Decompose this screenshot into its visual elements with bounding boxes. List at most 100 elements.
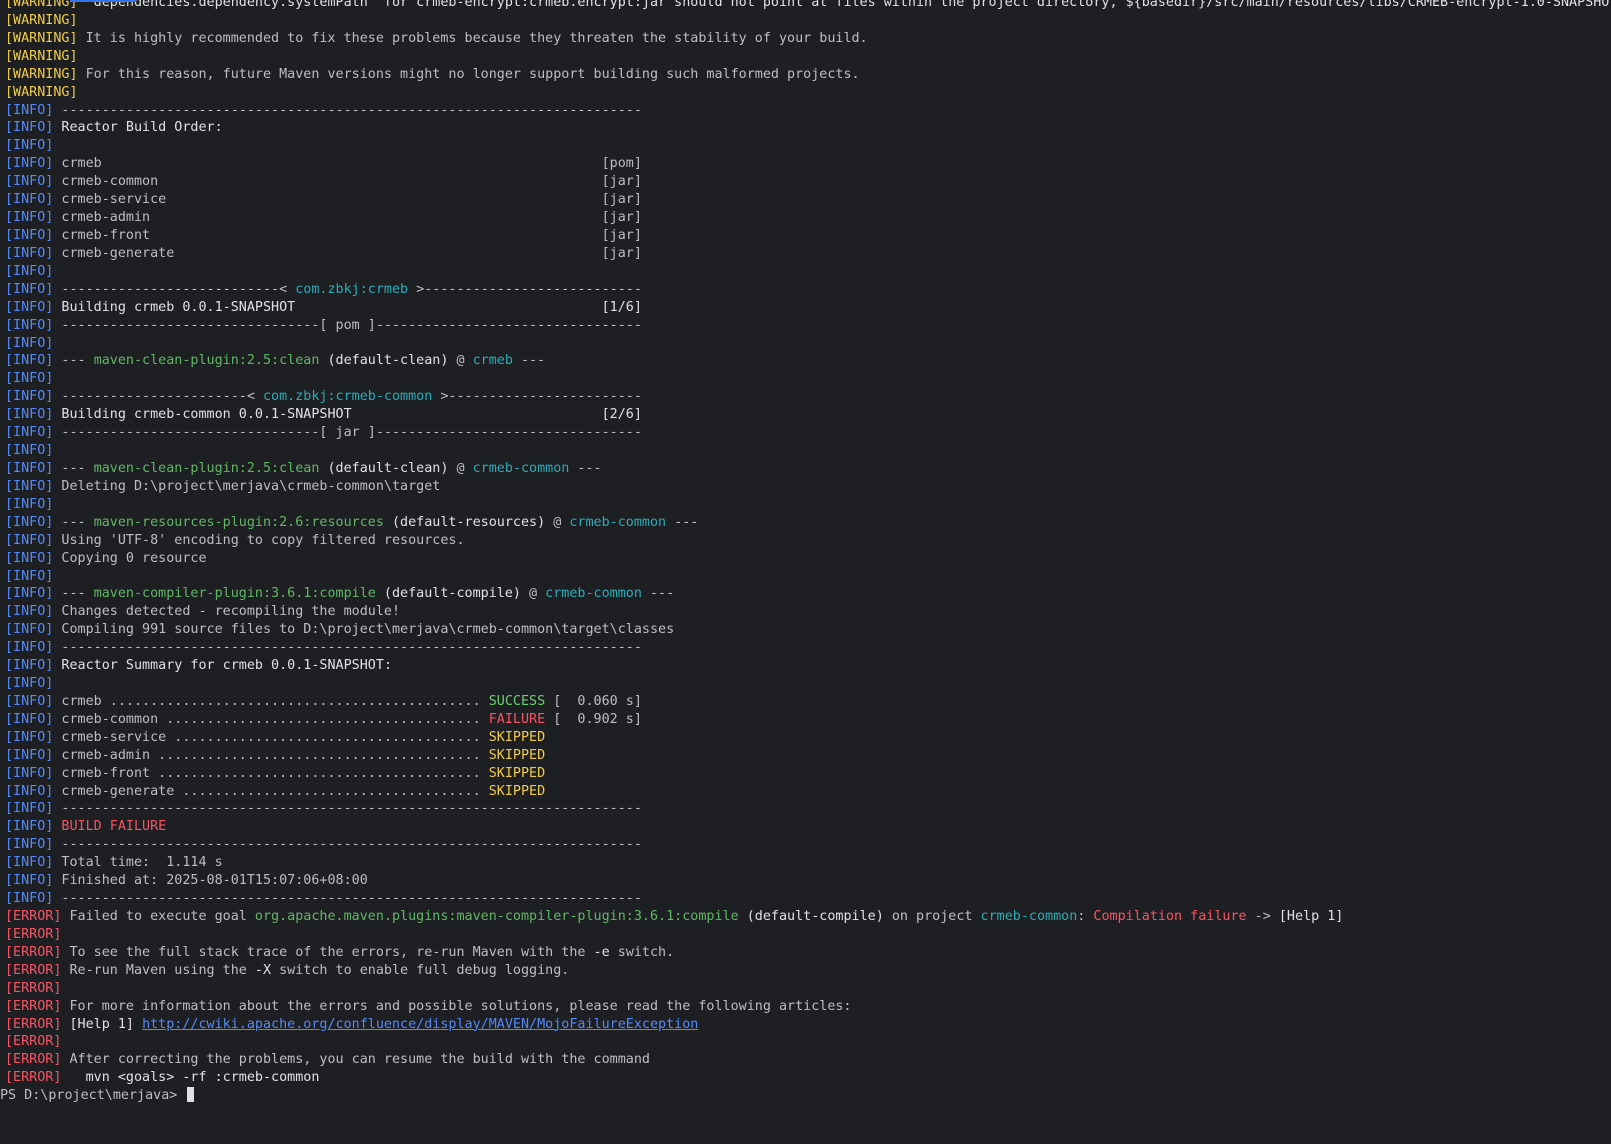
log-level-info-tag: [INFO] — [5, 658, 54, 674]
log-text: on project — [883, 909, 981, 925]
artifact-id: com.zbkj:crmeb — [295, 281, 409, 297]
log-level-info-tag: [INFO] — [5, 281, 54, 297]
log-text: Total time: 1.114 s — [53, 855, 223, 871]
terminal-line: [INFO] ---------------------------------… — [5, 639, 1611, 657]
terminal-line: [INFO] crmeb-service ...................… — [5, 729, 1611, 747]
terminal-line: [ERROR] For more information about the e… — [5, 998, 1611, 1016]
log-text: --- — [53, 353, 94, 369]
help-link[interactable]: http://cwiki.apache.org/confluence/displ… — [142, 1017, 698, 1032]
log-text: switch. — [609, 944, 675, 960]
log-text: SUCCESS — [488, 693, 546, 709]
log-text: -X — [254, 962, 272, 978]
log-level-warning-tag: [WARNING] — [5, 48, 78, 64]
log-text: --- — [53, 586, 94, 602]
log-level-info-tag: [INFO] — [5, 371, 54, 387]
log-text: Building crmeb-common 0.0.1-SNAPSHOT [2/… — [53, 407, 642, 423]
log-text: FAILURE — [488, 711, 546, 727]
log-text: -> — [1246, 909, 1279, 925]
log-level-error-tag: [ERROR] — [5, 909, 62, 925]
log-text: BUILD FAILURE — [53, 819, 167, 835]
log-text: --- — [666, 514, 699, 530]
log-text: --- — [53, 460, 94, 476]
log-text: switch to enable full debug logging. — [271, 962, 570, 978]
log-text: crmeb-front ............................… — [53, 765, 489, 781]
log-text: ----------------------------------------… — [53, 102, 642, 118]
log-text: ----------------------------------------… — [53, 801, 642, 817]
log-level-info-tag: [INFO] — [5, 819, 54, 835]
shell-prompt: PS D:\project\merjava> — [0, 1088, 186, 1104]
log-text: ---------------------------< — [53, 281, 296, 297]
terminal-line: [INFO] — [5, 335, 1611, 353]
terminal-line: [INFO] Total time: 1.114 s — [5, 854, 1611, 872]
log-level-warning-tag: [WARNING] — [5, 12, 78, 28]
log-level-info-tag: [INFO] — [5, 353, 54, 369]
log-level-info-tag: [INFO] — [5, 245, 54, 261]
terminal-line: [INFO] --- maven-resources-plugin:2.6:re… — [5, 514, 1611, 532]
terminal-line: [INFO] --- maven-clean-plugin:2.5:clean … — [5, 352, 1611, 370]
terminal-line: [ERROR] After correcting the problems, y… — [5, 1051, 1611, 1069]
log-text: (default-compile) — [738, 909, 884, 925]
log-level-info-tag: [INFO] — [5, 586, 54, 602]
terminal-line: [INFO] crmeb-front .....................… — [5, 765, 1611, 783]
log-level-info-tag: [INFO] — [5, 102, 54, 118]
log-level-error-tag: [ERROR] — [5, 1052, 62, 1068]
terminal-line: [INFO] ---------------------------------… — [5, 836, 1611, 854]
terminal-line: [INFO] — [5, 370, 1611, 388]
artifact-id: crmeb-common — [569, 514, 667, 530]
log-level-error-tag: [ERROR] — [5, 926, 62, 942]
log-level-info-tag: [INFO] — [5, 891, 54, 907]
log-text: ----------------------------------------… — [53, 640, 642, 656]
log-level-info-tag: [INFO] — [5, 604, 54, 620]
log-level-info-tag: [INFO] — [5, 532, 54, 548]
log-level-info-tag: [INFO] — [5, 765, 54, 781]
log-level-info-tag: [INFO] — [5, 120, 54, 136]
terminal-line: [INFO] crmeb-common ....................… — [5, 711, 1611, 729]
log-text: >--------------------------- — [408, 281, 642, 297]
terminal-line: [INFO] crmeb-service [jar] — [5, 191, 1611, 209]
terminal-line: [INFO] BUILD FAILURE — [5, 818, 1611, 836]
log-level-info-tag: [INFO] — [5, 729, 54, 745]
plugin-goal: maven-clean-plugin:2.5:clean — [93, 353, 320, 369]
log-text: Copying 0 resource — [53, 550, 207, 566]
terminal-window[interactable]: [WARNING] 'dependencies.dependency.syste… — [0, 0, 1611, 1144]
log-text: -e — [593, 944, 610, 960]
terminal-line: [INFO] ---------------------------< com.… — [5, 281, 1611, 299]
log-level-info-tag: [INFO] — [5, 156, 54, 172]
terminal-line: [INFO] — [5, 442, 1611, 460]
artifact-id: crmeb-common — [472, 460, 570, 476]
artifact-id: crmeb-common — [545, 586, 642, 602]
terminal-line: [WARNING] For this reason, future Maven … — [5, 66, 1611, 84]
terminal-line: [INFO] — [5, 496, 1611, 514]
log-text: [Help 1] — [61, 1016, 143, 1032]
log-text: @ — [448, 460, 473, 476]
log-level-info-tag: [INFO] — [5, 801, 54, 817]
log-level-warning-tag: [WARNING] — [5, 30, 78, 46]
log-text: Finished at: 2025-08-01T15:07:06+08:00 — [53, 873, 368, 889]
log-level-error-tag: [ERROR] — [5, 998, 62, 1014]
log-text: crmeb-admin ............................… — [53, 747, 489, 763]
log-level-info-tag: [INFO] — [5, 514, 54, 530]
log-level-info-tag: [INFO] — [5, 640, 54, 656]
terminal-line: [INFO] Reactor Build Order: — [5, 119, 1611, 137]
terminal-line: [INFO] --- maven-compiler-plugin:3.6.1:c… — [5, 585, 1611, 603]
log-text: [ 0.060 s] — [545, 693, 642, 709]
log-level-error-tag: [ERROR] — [5, 944, 62, 960]
log-text: It is highly recommended to fix these pr… — [77, 30, 868, 46]
terminal-line: [INFO] crmeb [pom] — [5, 155, 1611, 173]
prompt-line[interactable]: PS D:\project\merjava> — [0, 1087, 1611, 1105]
log-text: SKIPPED — [488, 747, 546, 763]
terminal-line: [WARNING] — [5, 84, 1611, 102]
log-text: Deleting D:\project\merjava\crmeb-common… — [53, 478, 441, 494]
log-text: crmeb-common [jar] — [53, 174, 642, 190]
log-level-info-tag: [INFO] — [5, 693, 54, 709]
terminal-line: [ERROR] mvn <goals> -rf :crmeb-common — [5, 1069, 1611, 1087]
log-text: --- — [53, 514, 94, 530]
log-level-info-tag: [INFO] — [5, 174, 54, 190]
terminal-line: [INFO] ---------------------------------… — [5, 102, 1611, 120]
terminal-line: [INFO] crmeb ...........................… — [5, 693, 1611, 711]
terminal-line: [INFO] --------------------------------[… — [5, 424, 1611, 442]
terminal-line: [INFO] — [5, 568, 1611, 586]
log-level-info-tag: [INFO] — [5, 747, 54, 763]
log-text: Using 'UTF-8' encoding to copy filtered … — [53, 532, 465, 548]
log-level-info-tag: [INFO] — [5, 496, 54, 512]
